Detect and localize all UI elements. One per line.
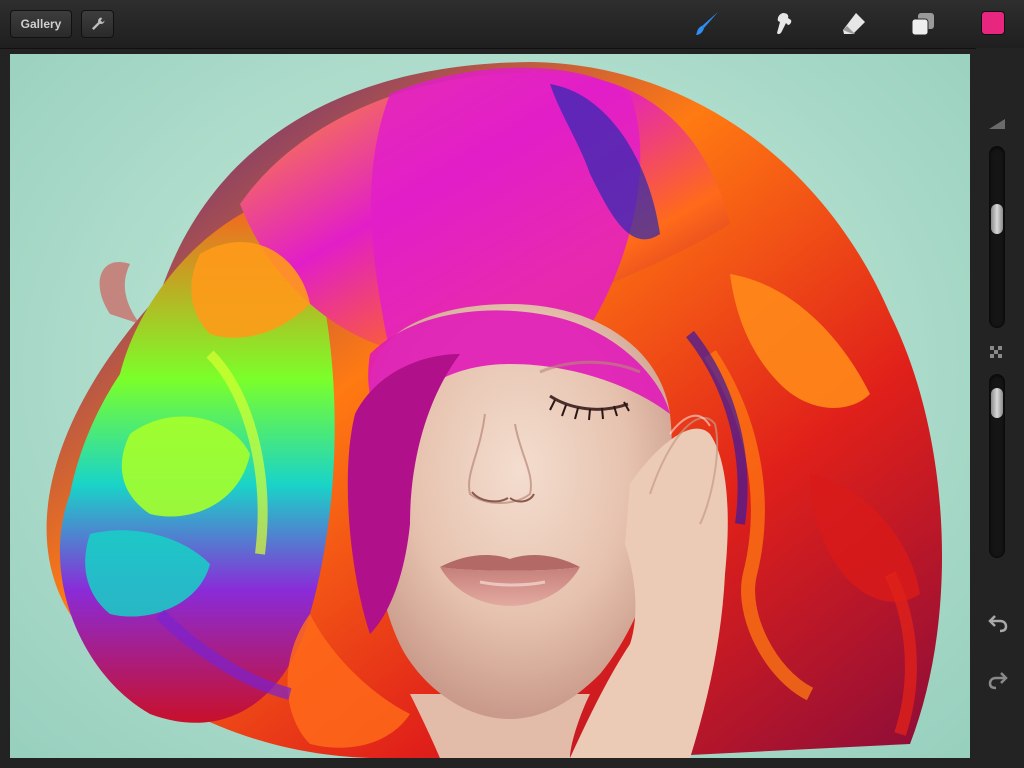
gallery-button[interactable]: Gallery [10, 10, 72, 38]
top-toolbar: Gallery [0, 0, 1024, 49]
settings-button[interactable] [81, 10, 114, 38]
undo-button[interactable] [986, 611, 1010, 635]
opacity-indicator-icon [990, 346, 1004, 360]
layers-tool-button[interactable] [907, 8, 939, 40]
opacity-slider-thumb[interactable] [991, 388, 1003, 418]
layers-icon [908, 9, 938, 39]
brush-size-slider-thumb[interactable] [991, 204, 1003, 234]
redo-button[interactable] [986, 668, 1010, 692]
painting-artwork [10, 54, 970, 758]
smudge-tool-button[interactable] [768, 8, 800, 40]
color-picker-swatch[interactable] [981, 11, 1005, 35]
eraser-tool-button[interactable] [838, 8, 870, 40]
eraser-icon [839, 9, 869, 39]
smudge-icon [769, 9, 799, 39]
redo-icon [987, 669, 1009, 691]
opacity-slider[interactable] [989, 374, 1005, 558]
brush-size-indicator-icon [988, 118, 1006, 130]
undo-icon [987, 612, 1009, 634]
brush-tool-button[interactable] [691, 8, 723, 40]
wrench-icon [90, 16, 106, 32]
drawing-canvas[interactable] [10, 54, 970, 758]
side-panel [976, 48, 1024, 768]
brush-icon [692, 9, 722, 39]
brush-size-slider[interactable] [989, 146, 1005, 328]
